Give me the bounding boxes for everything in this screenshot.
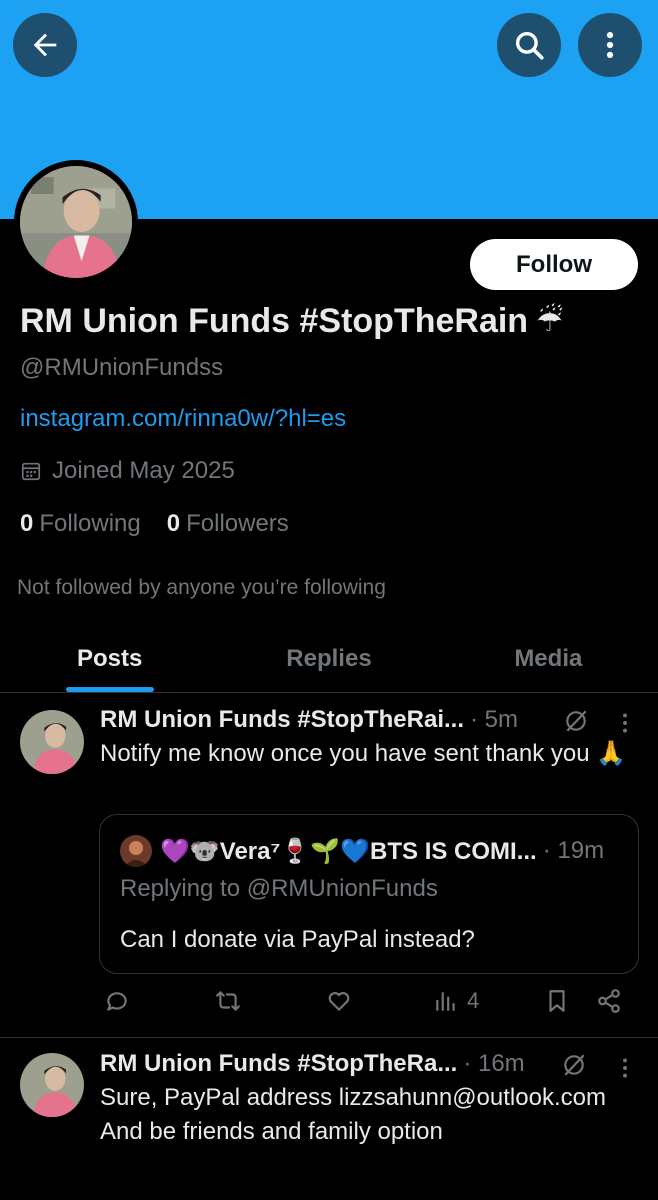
repost-icon: [216, 991, 240, 1011]
bar-chart-icon: [436, 992, 455, 1011]
post[interactable]: RM Union Funds #StopTheRa... · 16m Sure,…: [0, 1038, 658, 1200]
like-button[interactable]: [326, 988, 352, 1014]
more-horizontal-icon[interactable]: [612, 1055, 638, 1081]
tab-replies[interactable]: Replies: [219, 625, 438, 692]
heart-icon: [328, 992, 350, 1011]
views-button[interactable]: 4: [433, 988, 479, 1014]
not-followed-note: Not followed by anyone you’re following: [17, 576, 386, 599]
tab-media[interactable]: Media: [439, 625, 658, 692]
post-header: RM Union Funds #StopTheRai... · 5m: [100, 706, 518, 734]
profile-name-text: RM Union Funds #StopTheRain: [20, 302, 529, 340]
avatar[interactable]: [20, 1053, 84, 1117]
post-time[interactable]: · 5m: [470, 706, 518, 734]
bookmark-icon: [549, 990, 565, 1012]
profile-link[interactable]: instagram.com/rinna0w/?hl=es: [20, 405, 346, 433]
calendar-icon: [21, 462, 41, 481]
followers-link[interactable]: 0 Followers: [167, 510, 289, 538]
following-link[interactable]: 0 Following: [20, 510, 141, 538]
quoted-post-header: 💜🐨Vera⁷🍷🌱💙BTS IS COMI... · 19m: [120, 835, 604, 867]
avatar[interactable]: [20, 710, 84, 774]
reply-button[interactable]: [104, 988, 130, 1014]
profile-handle: @RMUnionFundss: [20, 354, 224, 381]
post-actions: 4: [100, 988, 630, 1024]
quoted-author-name: 💜🐨Vera⁷🍷🌱💙BTS IS COMI...: [160, 837, 537, 865]
profile-tabs: Posts Replies Media: [0, 625, 658, 693]
arrow-left-icon: [33, 33, 57, 57]
follow-counts: 0 Following 0 Followers: [20, 510, 289, 538]
follow-button[interactable]: Follow: [470, 239, 638, 290]
reply-icon: [107, 992, 127, 1011]
profile-avatar[interactable]: [14, 160, 138, 284]
joined-date: Joined May 2025: [20, 457, 235, 485]
back-button[interactable]: [13, 13, 77, 77]
share-button[interactable]: [596, 988, 622, 1014]
views-count: 4: [467, 988, 480, 1013]
quoted-post[interactable]: 💜🐨Vera⁷🍷🌱💙BTS IS COMI... · 19m Replying …: [99, 814, 639, 974]
grok-icon[interactable]: [561, 1052, 587, 1078]
umbrella-rain-emoji: ☔: [536, 305, 563, 338]
post-time[interactable]: · 16m: [463, 1050, 524, 1078]
replying-to: Replying to @RMUnionFunds: [120, 875, 438, 902]
bookmark-button[interactable]: [544, 988, 570, 1014]
grok-icon[interactable]: [563, 708, 589, 734]
joined-text: Joined May 2025: [52, 457, 235, 484]
more-button[interactable]: [578, 13, 642, 77]
more-vertical-icon: [606, 31, 614, 59]
post-author-name[interactable]: RM Union Funds #StopTheRa...: [100, 1050, 457, 1078]
search-button[interactable]: [497, 13, 561, 77]
avatar: [120, 835, 152, 867]
tab-posts[interactable]: Posts: [0, 625, 219, 692]
more-horizontal-icon[interactable]: [612, 710, 638, 736]
post-text: Sure, PayPal address lizzsahunn@outlook.…: [100, 1084, 606, 1145]
quoted-post-text: Can I donate via PayPal instead?: [120, 926, 475, 953]
search-icon: [515, 31, 544, 60]
active-tab-indicator: [65, 687, 154, 692]
quoted-post-time: · 19m: [542, 837, 605, 864]
post-author-name[interactable]: RM Union Funds #StopTheRai...: [100, 706, 464, 734]
post-text: Notify me know once you have sent thank …: [100, 740, 627, 767]
post-header: RM Union Funds #StopTheRa... · 16m: [100, 1050, 525, 1078]
profile-name: RM Union Funds #StopTheRain ☔: [20, 302, 563, 341]
share-icon: [598, 989, 620, 1013]
repost-button[interactable]: [215, 988, 241, 1014]
